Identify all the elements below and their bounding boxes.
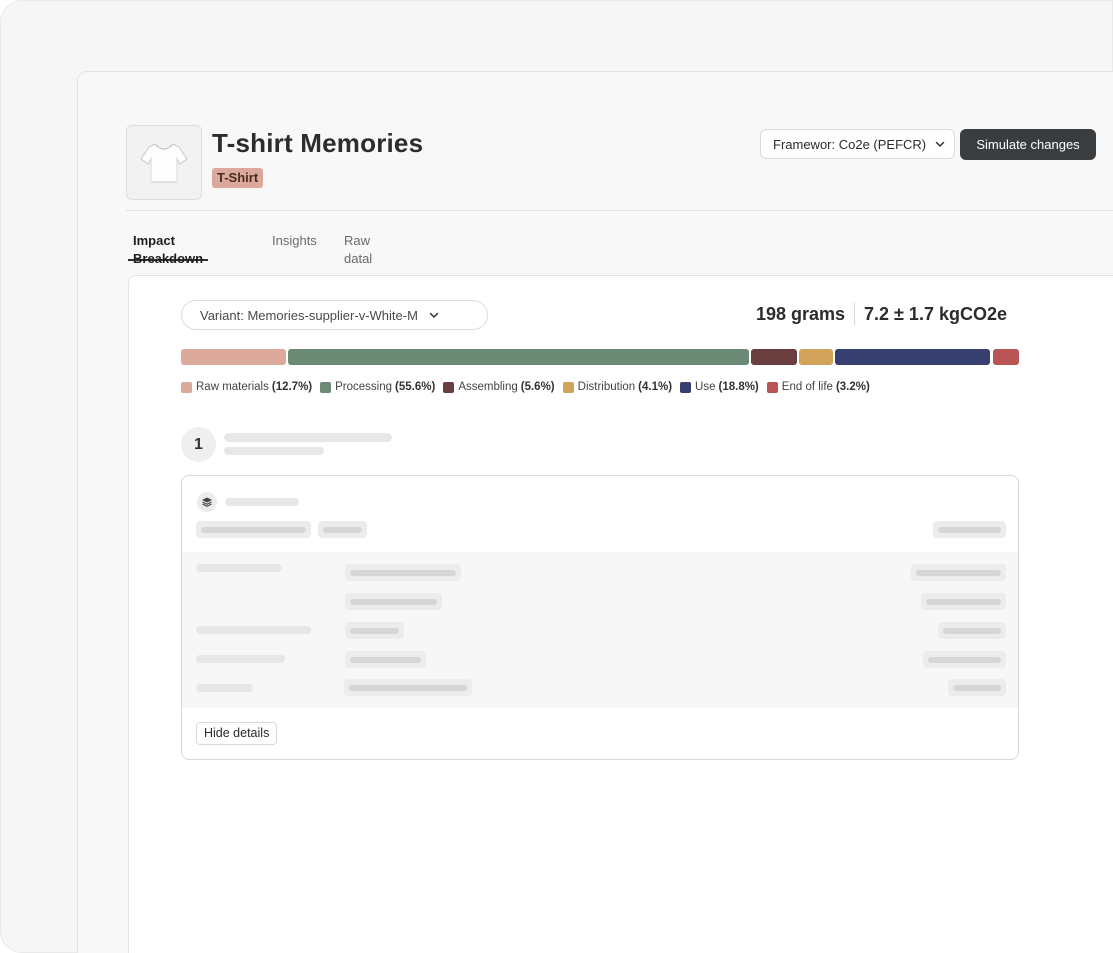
legend-label: Distribution xyxy=(577,381,636,393)
category-tag: T-Shirt xyxy=(212,168,264,188)
legend-percent: (4.1%) xyxy=(638,381,673,393)
bar-segment-assembling[interactable] xyxy=(750,349,797,365)
skeleton-line xyxy=(225,498,299,506)
tshirt-icon xyxy=(140,142,188,182)
variant-select[interactable]: Variant: Memories-supplier-v-White-M xyxy=(181,300,488,330)
skeleton-pill xyxy=(923,651,1006,668)
bar-segment-end-of-life[interactable] xyxy=(992,349,1019,365)
layers-icon xyxy=(197,492,217,512)
skeleton-line xyxy=(196,626,311,634)
skeleton-pill xyxy=(345,593,442,610)
chevron-down-icon xyxy=(935,141,945,147)
framework-select[interactable]: Framewor: Co2e (PEFCR) xyxy=(760,129,955,159)
header-divider xyxy=(126,210,1113,211)
legend-label: Assembling xyxy=(458,381,518,393)
skeleton-pill xyxy=(911,564,1006,581)
legend-swatch xyxy=(320,381,332,393)
skeleton-pill xyxy=(196,521,311,538)
legend-label: End of life xyxy=(781,381,833,393)
skeleton-line xyxy=(196,564,282,572)
simulate-changes-button[interactable]: Simulate changes xyxy=(960,129,1096,160)
legend-item: Processing (55.6%) xyxy=(320,381,435,393)
skeleton-pill xyxy=(344,679,472,696)
legend-swatch xyxy=(181,381,192,393)
impact-legend: Raw materials (12.7%) Processing (55.6%) Ass… xyxy=(181,381,878,393)
chevron-down-icon xyxy=(429,312,439,318)
details-area xyxy=(182,552,1018,708)
legend-percent: (18.8%) xyxy=(718,381,759,393)
legend-swatch xyxy=(680,381,692,393)
skeleton-pill xyxy=(345,651,426,668)
skeleton-line xyxy=(196,684,253,692)
emissions-value: 7.2 ± 1.7 kgCO2e xyxy=(864,303,1007,324)
product-weight: 198 grams xyxy=(755,303,846,324)
skeleton-pill xyxy=(933,521,1006,538)
impact-stacked-bar xyxy=(181,349,1019,365)
skeleton-line xyxy=(224,447,324,455)
legend-label: Use xyxy=(695,381,716,393)
app-window: T-shirt Memories T-Shirt Framewor: Co2e … xyxy=(77,71,1113,953)
legend-label: Raw materials xyxy=(196,381,269,393)
legend-label: Processing xyxy=(335,381,393,393)
legend-swatch xyxy=(562,381,574,393)
variant-label: Variant: Memories-supplier-v-White-M xyxy=(200,307,418,323)
impact-panel: Variant: Memories-supplier-v-White-M 198… xyxy=(128,275,1113,953)
hide-details-button[interactable]: Hide details xyxy=(196,722,278,745)
legend-percent: (3.2%) xyxy=(835,381,870,393)
legend-swatch xyxy=(443,381,455,393)
skeleton-pill xyxy=(345,622,404,639)
legend-percent: (12.7%) xyxy=(271,381,313,393)
legend-item: Raw materials (12.7%) xyxy=(181,381,312,393)
skeleton-line xyxy=(196,655,285,663)
skeleton-pill xyxy=(948,679,1006,696)
legend-item: Use (18.8%) xyxy=(680,381,759,393)
bar-segment-distribution[interactable] xyxy=(798,349,833,365)
skeleton-pill xyxy=(345,564,461,581)
detail-card: Hide details xyxy=(181,475,1019,760)
step-number: 1 xyxy=(181,427,216,462)
tab-impact-breakdown[interactable]: Impact Breakdown xyxy=(128,232,209,266)
product-thumbnail xyxy=(126,125,202,200)
skeleton-pill xyxy=(938,622,1006,639)
framework-label: Framewor: Co2e (PEFCR) xyxy=(773,136,927,152)
tab-insights[interactable]: Insights xyxy=(272,232,317,261)
legend-percent: (55.6%) xyxy=(395,381,436,393)
totals-divider xyxy=(854,303,856,325)
legend-item: Distribution (4.1%) xyxy=(562,381,673,393)
impact-totals: 198 grams 7.2 ± 1.7 kgCO2e xyxy=(756,303,1007,325)
tab-raw-data[interactable]: Raw datal xyxy=(344,232,372,266)
skeleton-pill xyxy=(921,593,1006,610)
skeleton-line xyxy=(224,433,392,442)
legend-swatch xyxy=(766,381,778,393)
legend-percent: (5.6%) xyxy=(520,381,555,393)
bar-segment-use[interactable] xyxy=(834,349,991,365)
skeleton-pill xyxy=(318,521,367,538)
bar-segment-processing[interactable] xyxy=(288,349,749,365)
legend-item: End of life (3.2%) xyxy=(766,381,870,393)
legend-item: Assembling (5.6%) xyxy=(443,381,555,393)
bar-segment-raw-materials[interactable] xyxy=(181,349,287,365)
product-title: T-shirt Memories xyxy=(212,128,424,158)
